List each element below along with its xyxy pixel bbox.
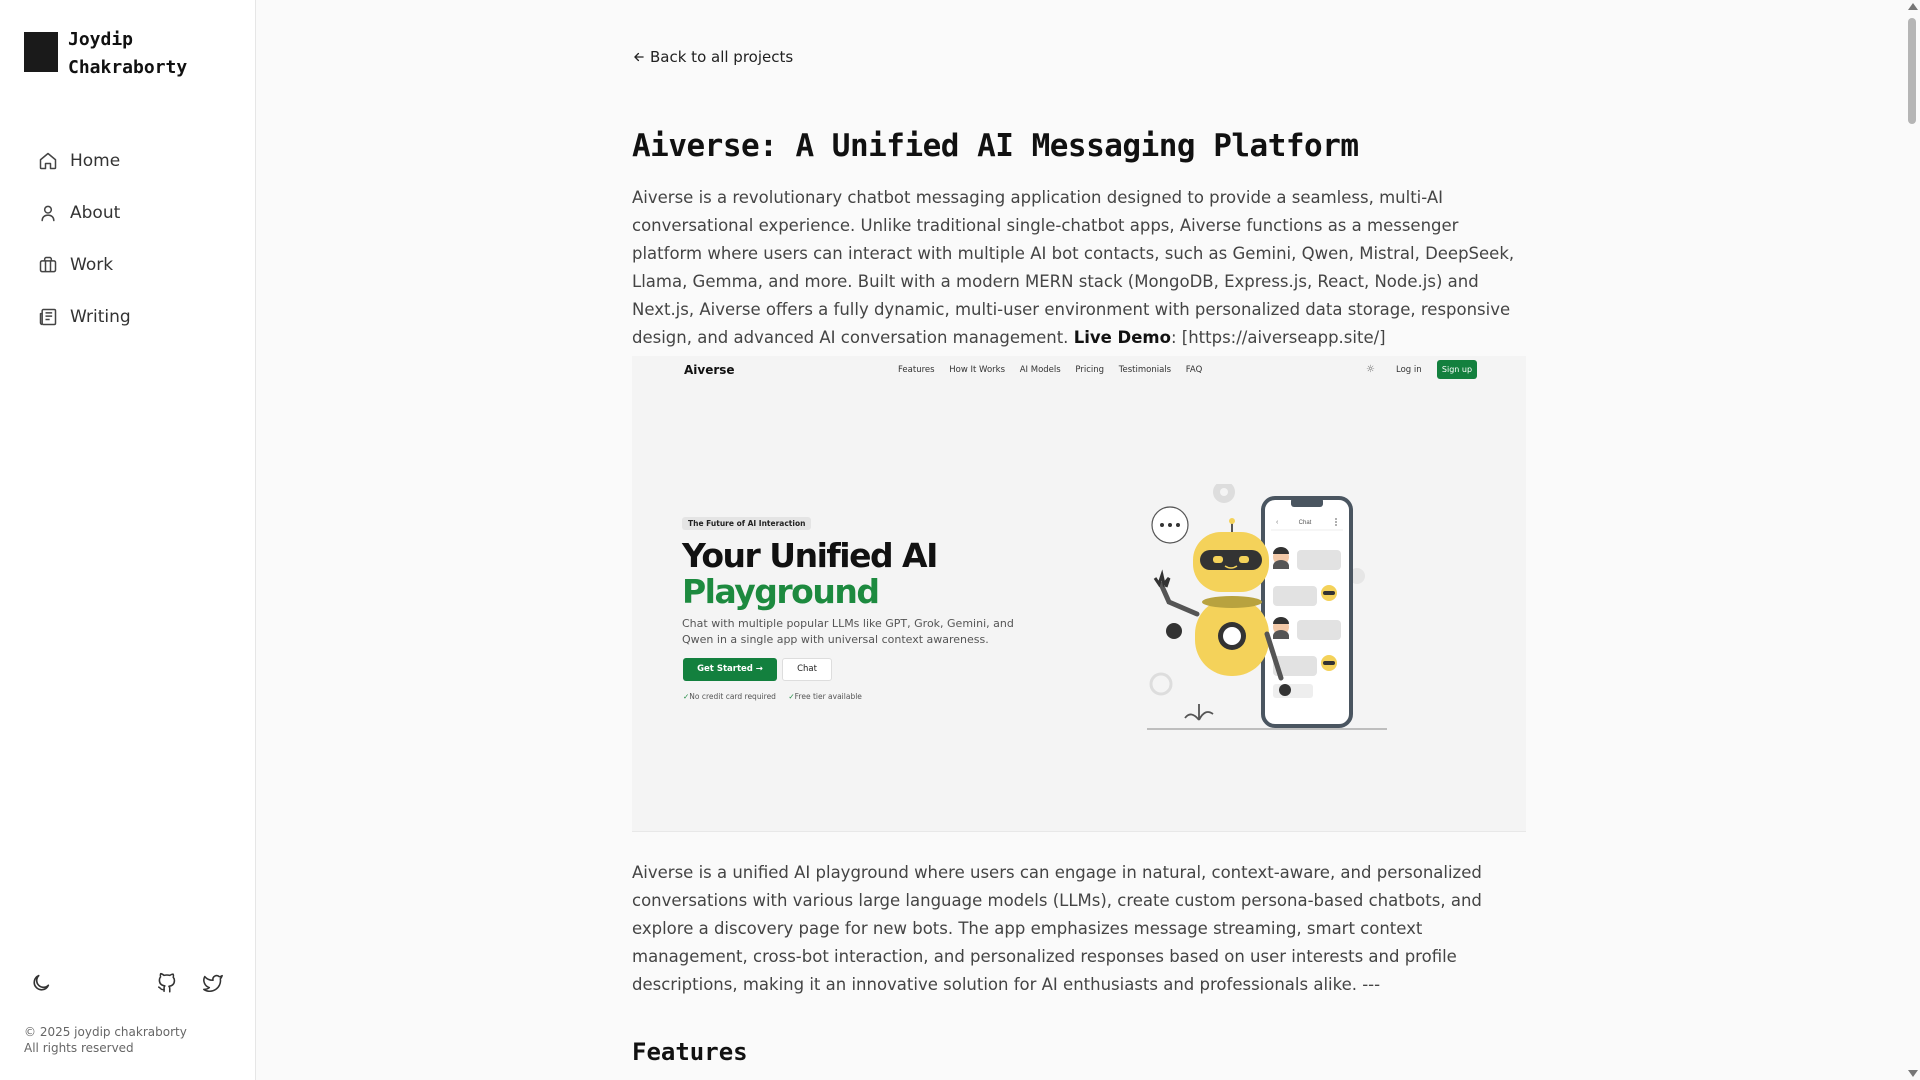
back-link[interactable]: Back to all projects xyxy=(632,48,793,66)
sidebar-item-label: Writing xyxy=(70,307,131,327)
screenshot-nav-link: Features xyxy=(898,365,935,375)
features-heading: Features xyxy=(632,1038,748,1066)
screenshot-signup: Sign up xyxy=(1437,360,1477,379)
sidebar-item-label: Work xyxy=(70,255,114,275)
sidebar-item-home[interactable]: Home xyxy=(38,135,131,187)
screenshot-headline: Your Unified AI xyxy=(682,536,938,575)
sidebar-item-label: About xyxy=(70,203,121,223)
sidebar: Joydip Chakraborty Home About Work Writi… xyxy=(0,0,256,1080)
sidebar-item-work[interactable]: Work xyxy=(38,239,131,291)
page-title: Aiverse: A Unified AI Messaging Platform xyxy=(632,128,1359,164)
copyright: © 2025 joydip chakraborty All rights res… xyxy=(24,1024,187,1056)
twitter-icon[interactable] xyxy=(202,972,224,994)
sun-icon: ☼ xyxy=(1366,364,1375,375)
screenshot-headline-accent: Playground xyxy=(682,572,880,611)
screenshot-subtext: Chat with multiple popular LLMs like GPT… xyxy=(682,617,1014,646)
screenshot-logo: Aiverse xyxy=(684,363,735,377)
brand-name: Joydip Chakraborty xyxy=(68,26,187,82)
scrollbar[interactable] xyxy=(1904,0,1920,1080)
screenshot-nav-link: Pricing xyxy=(1075,365,1105,375)
robot-phone-illustration: Chat ‹ xyxy=(1147,484,1387,730)
sidebar-item-about[interactable]: About xyxy=(38,187,131,239)
intro-paragraph: Aiverse is a revolutionary chatbot messa… xyxy=(632,184,1524,380)
brand[interactable]: Joydip Chakraborty xyxy=(24,26,187,82)
copyright-line: © 2025 joydip chakraborty xyxy=(24,1025,187,1039)
github-icon[interactable] xyxy=(156,972,178,994)
screenshot-login: Log in xyxy=(1396,365,1422,375)
scroll-thumb[interactable] xyxy=(1908,18,1916,124)
brand-name-line2: Chakraborty xyxy=(68,57,188,78)
rights-line: All rights reserved xyxy=(24,1041,134,1055)
summary-paragraph: Aiverse is a unified AI playground where… xyxy=(632,863,1482,994)
screenshot-get-started: Get Started → xyxy=(683,658,777,681)
back-link-label: Back to all projects xyxy=(650,48,794,66)
live-demo-label: Live Demo xyxy=(1073,328,1171,347)
briefcase-icon xyxy=(39,256,57,273)
scroll-down-icon[interactable] xyxy=(1908,1070,1918,1077)
scroll-up-icon[interactable] xyxy=(1908,3,1918,10)
sidebar-icon-bar xyxy=(30,972,230,996)
screenshot-nav-links: Features How It Works AI Models Pricing … xyxy=(898,365,1214,375)
brand-name-line1: Joydip xyxy=(68,29,134,50)
intro-text: Aiverse is a revolutionary chatbot messa… xyxy=(632,188,1515,347)
home-icon xyxy=(39,152,57,170)
screenshot-nav-link: Testimonials xyxy=(1118,365,1172,375)
arrow-left-icon xyxy=(634,52,644,62)
user-icon xyxy=(41,205,55,222)
project-screenshot: Aiverse Features How It Works AI Models … xyxy=(632,356,1526,832)
newspaper-icon xyxy=(39,308,57,326)
screenshot-navbar: Aiverse Features How It Works AI Models … xyxy=(632,356,1526,384)
screenshot-nav-link: AI Models xyxy=(1019,365,1061,375)
screenshot-chat-button: Chat xyxy=(782,658,832,681)
phone-chat-header: Chat xyxy=(1299,520,1312,526)
screenshot-badge: The Future of AI Interaction xyxy=(682,517,812,530)
screenshot-nav-link: How It Works xyxy=(949,365,1006,375)
sidebar-item-writing[interactable]: Writing xyxy=(38,291,131,343)
sidebar-nav: Home About Work Writing xyxy=(38,135,131,343)
moon-icon[interactable] xyxy=(30,972,52,994)
screenshot-check: Free tier available xyxy=(788,692,862,701)
screenshot-check: No credit card required xyxy=(683,692,776,701)
logo xyxy=(24,32,58,72)
sidebar-item-label: Home xyxy=(70,151,121,171)
screenshot-checks: No credit card required Free tier availa… xyxy=(683,692,872,701)
screenshot-nav-link: FAQ xyxy=(1185,365,1203,375)
